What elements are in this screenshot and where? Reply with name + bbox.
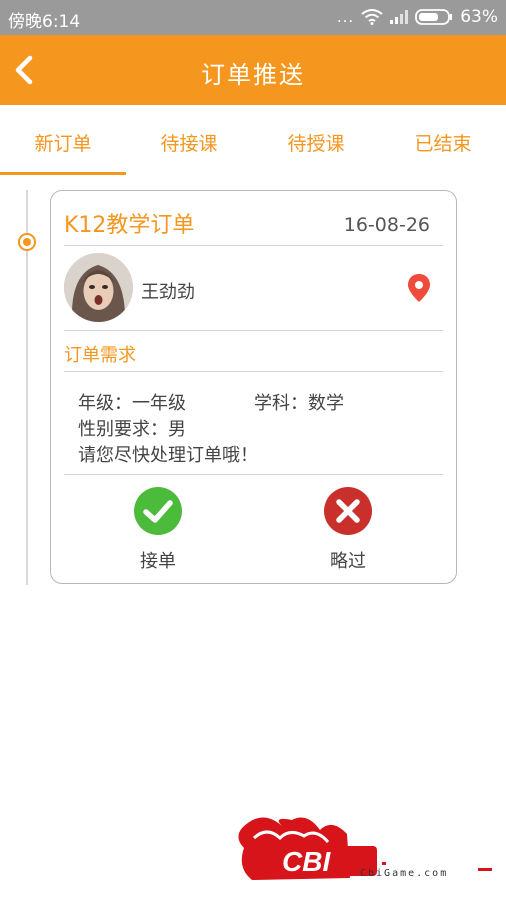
- location-pin-icon[interactable]: [406, 273, 432, 303]
- requirements-label: 订单需求: [64, 345, 136, 366]
- checkmark-icon: [134, 487, 182, 535]
- app-bar: 订单推送: [0, 35, 506, 105]
- status-bar: 傍晚6:14 ... 63%: [0, 0, 506, 35]
- page-title: 订单推送: [201, 61, 305, 89]
- order-date: 16-08-26: [343, 214, 430, 236]
- tab-selected-indicator: [0, 172, 126, 175]
- battery-icon: [415, 9, 453, 25]
- avatar[interactable]: [64, 253, 133, 322]
- close-x-icon: [324, 487, 372, 535]
- tab-pending-accept[interactable]: 待接课: [126, 129, 252, 156]
- signal-icon: [390, 10, 409, 24]
- logo-text: CBI: [282, 846, 331, 877]
- watermark-url: CbiGame.com: [360, 868, 449, 879]
- more-dots-icon: ...: [336, 8, 355, 26]
- status-time: 傍晚6:14: [8, 12, 81, 32]
- tab-finished[interactable]: 已结束: [380, 129, 506, 156]
- flame-logo-icon: CBI: [238, 817, 492, 880]
- status-icons: ... 63%: [337, 7, 498, 27]
- tab-new-orders[interactable]: 新订单: [0, 129, 126, 156]
- cbi-watermark-logo: CBI CbiGame.com: [232, 808, 494, 896]
- divider: [64, 474, 443, 475]
- tab-pending-teach[interactable]: 待授课: [253, 129, 379, 156]
- grade-text: 年级：一年级: [78, 393, 186, 414]
- divider: [64, 371, 443, 372]
- reminder-note: 请您尽快处理订单哦！: [78, 445, 258, 466]
- accept-label: 接单: [140, 551, 176, 572]
- gender-requirement-text: 性别要求：男: [78, 419, 186, 440]
- wifi-icon: [361, 9, 383, 25]
- skip-label: 略过: [330, 551, 366, 572]
- divider: [64, 330, 443, 331]
- tab-bar: 新订单 待接课 待授课 已结束: [0, 105, 506, 177]
- accept-button[interactable]: 接单: [113, 487, 203, 573]
- order-card: K12教学订单 16-08-26 王劲劲 订单需求 年级：一年级 学科：数学 性…: [50, 190, 457, 584]
- timeline-dot: [18, 233, 36, 251]
- user-name: 王劲劲: [141, 282, 195, 303]
- skip-button[interactable]: 略过: [303, 487, 393, 573]
- divider: [64, 245, 443, 246]
- battery-percent: 63%: [460, 7, 498, 27]
- order-title: K12教学订单: [64, 213, 195, 238]
- subject-text: 学科：数学: [254, 393, 344, 414]
